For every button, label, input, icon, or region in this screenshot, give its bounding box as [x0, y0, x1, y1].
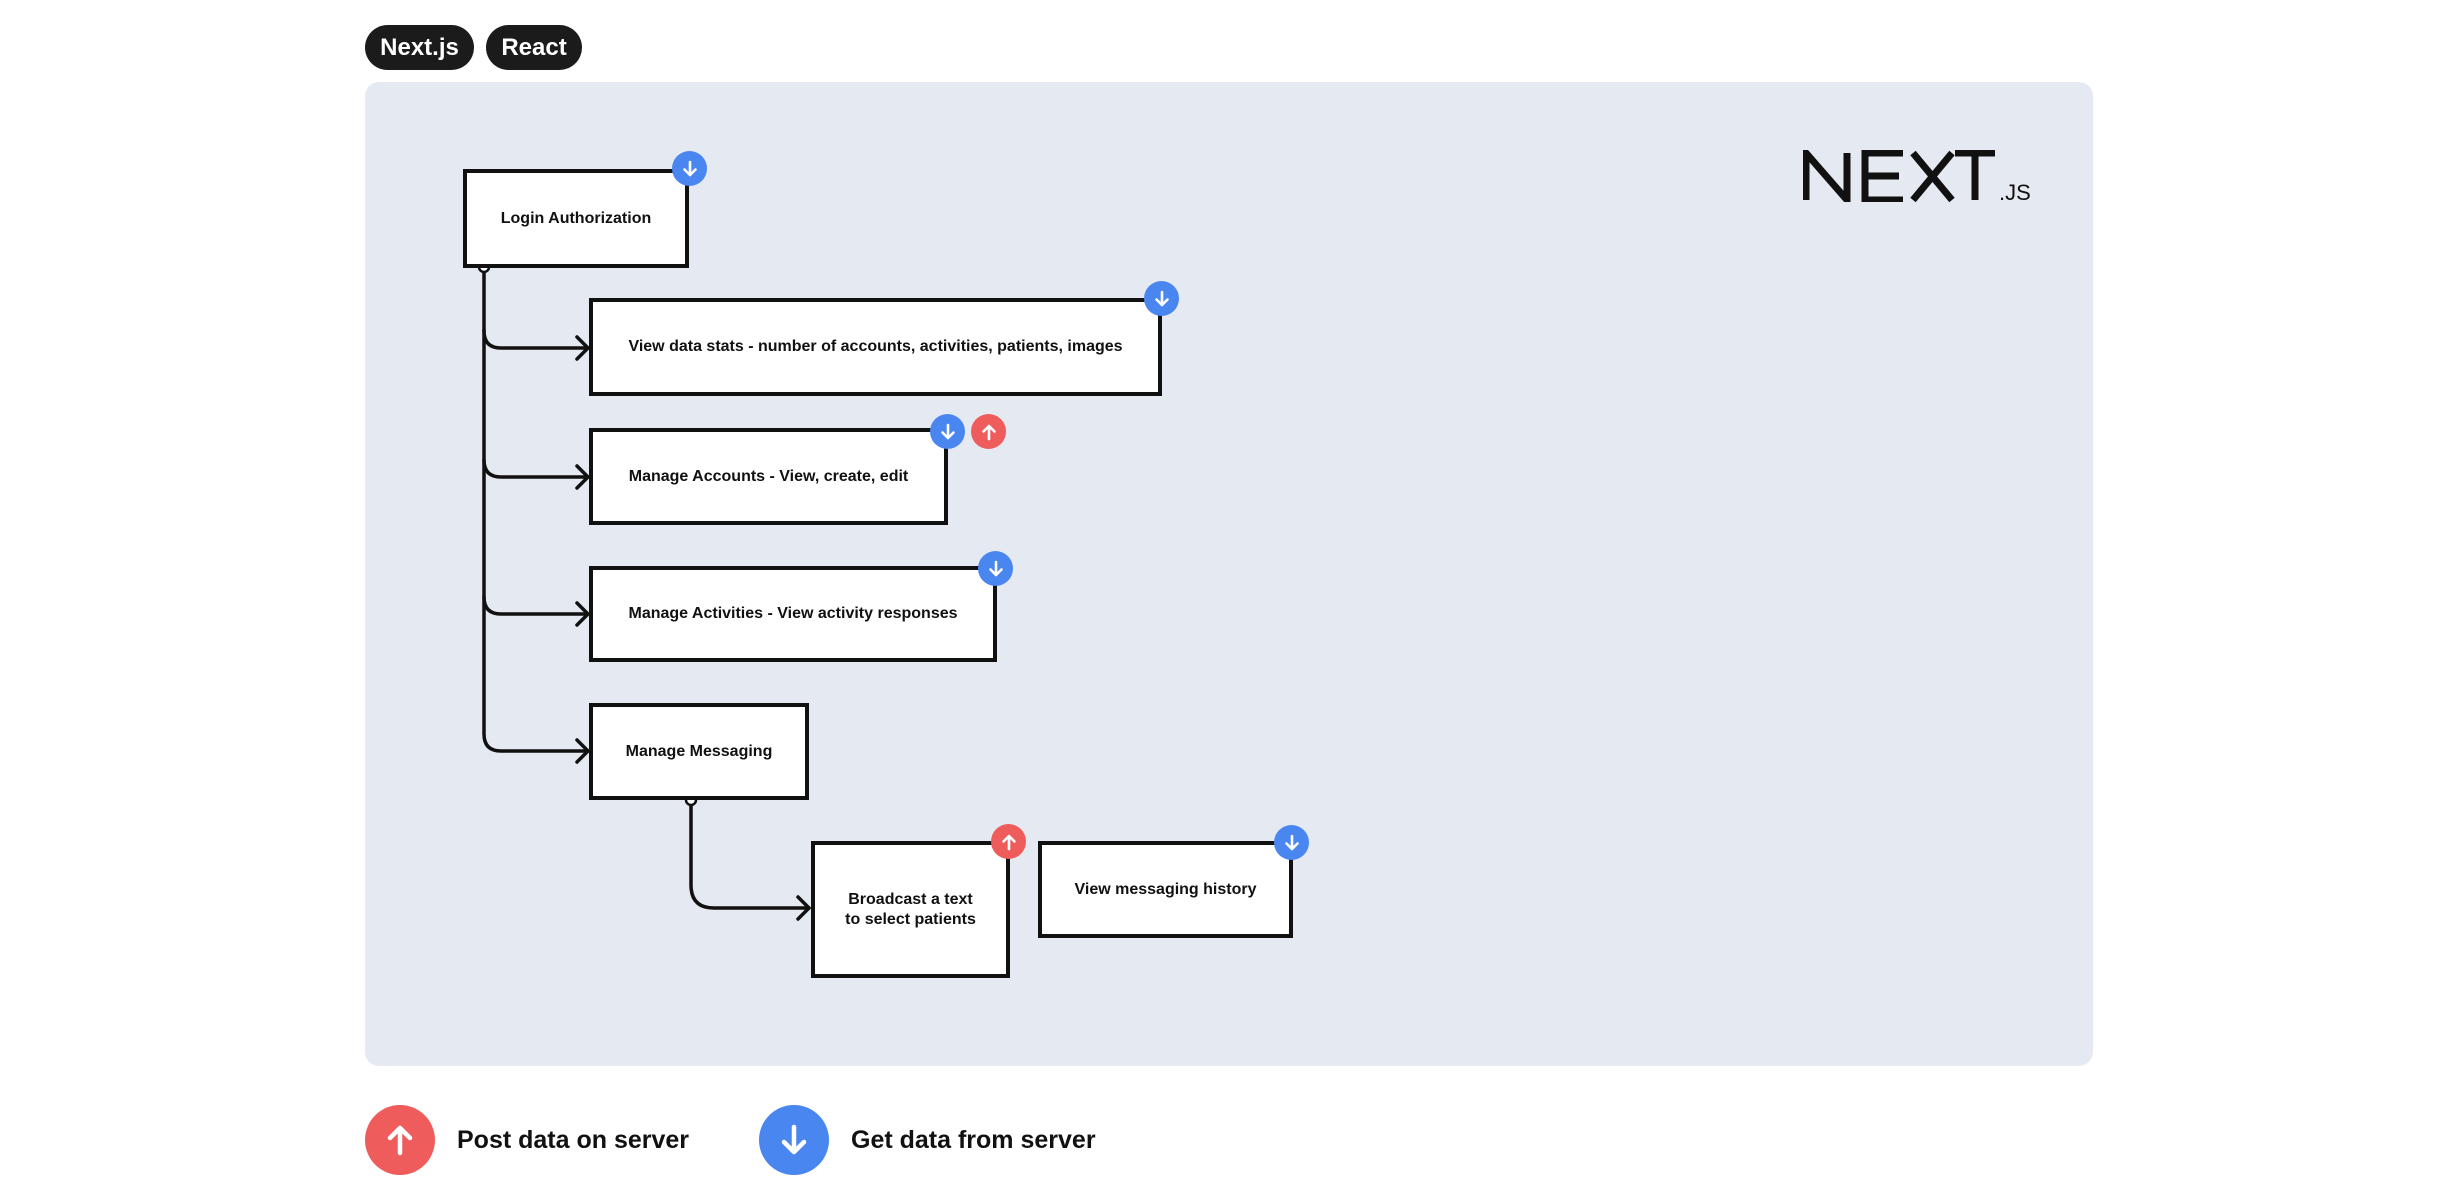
node-view-messaging-history[interactable]: View messaging history [1038, 841, 1293, 938]
node-login-authorization[interactable]: Login Authorization [463, 169, 689, 268]
legend-post: Post data on server [365, 1105, 689, 1175]
legend-post-label: Post data on server [457, 1125, 690, 1154]
node-view-data-stats[interactable]: View data stats - number of accounts, ac… [589, 298, 1162, 396]
node-label: Login Authorization [500, 209, 652, 227]
node-label: Broadcast a text to select patients [845, 890, 976, 928]
get-icon [1274, 825, 1309, 860]
get-icon [672, 151, 707, 186]
logo-suffix: .JS [1999, 180, 2031, 202]
tag-nextjs[interactable]: Next.js [365, 25, 474, 70]
node-label: Manage Messaging [625, 742, 773, 760]
node-label: Manage Accounts - View, create, edit [628, 467, 909, 485]
nextjs-logo: .JS [1803, 150, 2031, 202]
node-manage-accounts[interactable]: Manage Accounts - View, create, edit [589, 428, 948, 525]
node-label: View messaging history [1074, 880, 1257, 898]
node-manage-messaging[interactable]: Manage Messaging [589, 703, 809, 800]
node-broadcast-text[interactable]: Broadcast a text to select patients [811, 841, 1010, 978]
node-label: Manage Activities - View activity respon… [628, 605, 958, 622]
tag-react[interactable]: React [486, 25, 582, 70]
get-icon [930, 414, 965, 449]
get-icon [759, 1105, 829, 1175]
legend-get: Get data from server [759, 1105, 1096, 1175]
post-icon [991, 824, 1026, 859]
get-icon [978, 551, 1013, 586]
node-manage-activities[interactable]: Manage Activities - View activity respon… [589, 566, 997, 662]
post-icon [971, 414, 1006, 449]
tag-label: React [501, 33, 567, 61]
node-label: View data stats - number of accounts, ac… [628, 338, 1123, 355]
legend-get-label: Get data from server [851, 1125, 1096, 1154]
tag-label: Next.js [380, 33, 459, 61]
post-icon [365, 1105, 435, 1175]
get-icon [1144, 281, 1179, 316]
